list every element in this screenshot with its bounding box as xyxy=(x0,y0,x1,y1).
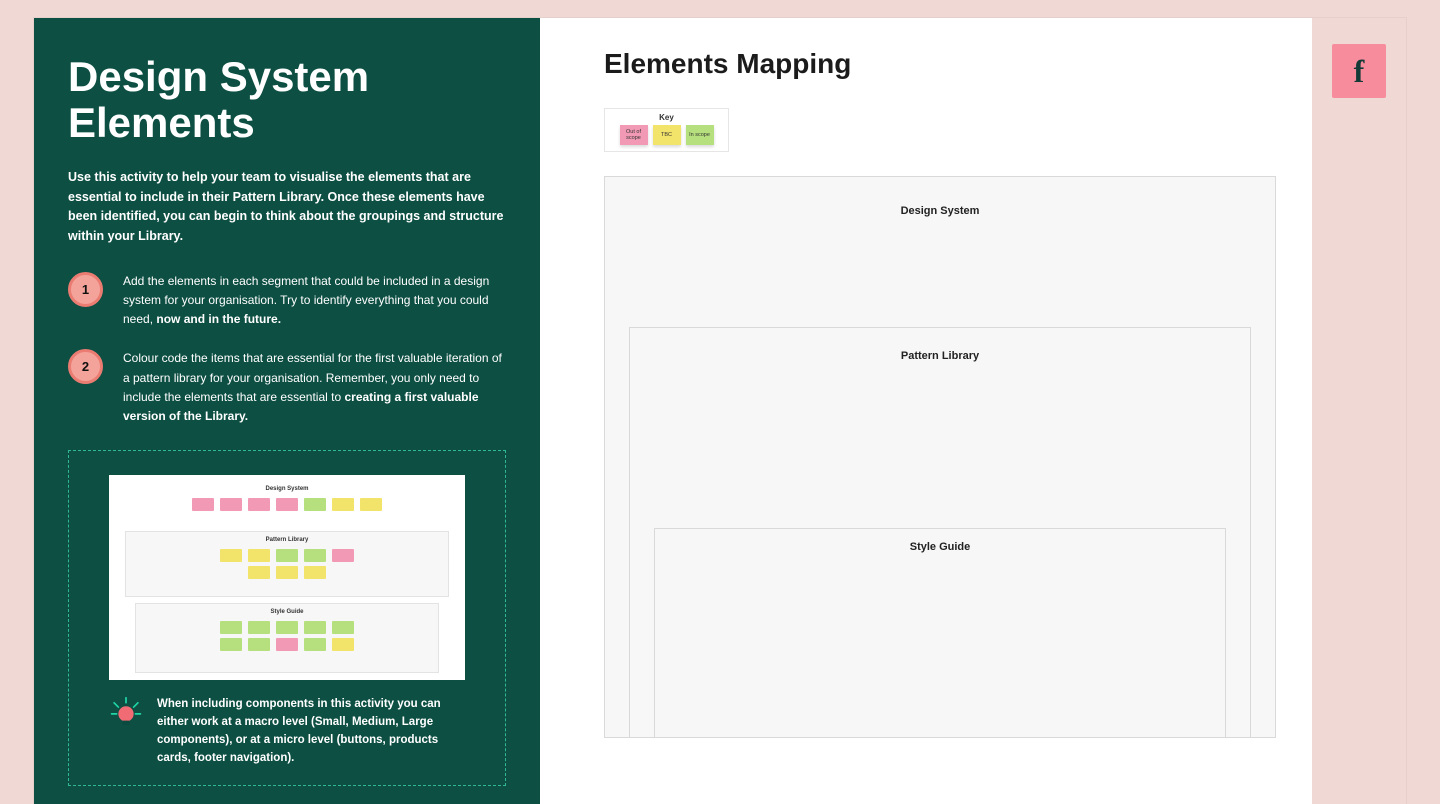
legend-tbc[interactable]: TBC xyxy=(653,125,681,145)
legend-out-of-scope[interactable]: Out of scope xyxy=(620,125,648,145)
layer-label-design-system: Design System xyxy=(605,177,1275,217)
mini-note xyxy=(304,621,326,634)
step-emphasis: now and in the future. xyxy=(156,312,281,326)
illus-layer-1: Design System xyxy=(125,481,449,525)
page-title: Design System Elements xyxy=(68,54,506,146)
tip: When including components in this activi… xyxy=(109,696,465,767)
main-canvas[interactable]: Elements Mapping Key Out of scope TBC In… xyxy=(540,18,1312,804)
illus-layer-3-label: Style Guide xyxy=(136,604,438,615)
legend[interactable]: Key Out of scope TBC In scope xyxy=(604,108,729,152)
mini-note xyxy=(276,566,298,579)
mini-note xyxy=(332,621,354,634)
mini-note xyxy=(248,566,270,579)
mini-note xyxy=(248,549,270,562)
step-item: 2 Colour code the items that are essenti… xyxy=(68,349,506,426)
note-row xyxy=(136,638,438,651)
legend-row: Out of scope TBC In scope xyxy=(611,125,722,145)
step-number-badge: 2 xyxy=(68,349,103,384)
mini-note xyxy=(304,498,326,511)
step-number-badge: 1 xyxy=(68,272,103,307)
mini-note xyxy=(248,638,270,651)
mini-note xyxy=(276,638,298,651)
board: Design System Elements Use this activity… xyxy=(34,18,1406,804)
canvas[interactable]: Design System Elements Use this activity… xyxy=(0,0,1440,804)
mini-note xyxy=(192,498,214,511)
mini-note xyxy=(304,566,326,579)
right-rail: f xyxy=(1312,18,1406,804)
intro-text: Use this activity to help your team to v… xyxy=(68,168,506,246)
sidebar: Design System Elements Use this activity… xyxy=(34,18,540,804)
mini-note xyxy=(248,498,270,511)
mapping-layer-design-system[interactable]: Design System Pattern Library Style Guid… xyxy=(604,176,1276,738)
lightbulb-icon xyxy=(109,696,143,735)
mini-note xyxy=(360,498,382,511)
legend-in-scope[interactable]: In scope xyxy=(686,125,714,145)
mini-note xyxy=(304,638,326,651)
steps-list: 1 Add the elements in each segment that … xyxy=(68,272,506,426)
tip-text: When including components in this activi… xyxy=(157,696,465,767)
mini-note xyxy=(276,549,298,562)
note-row xyxy=(125,498,449,511)
mini-note xyxy=(276,498,298,511)
illus-layer-3: Style Guide xyxy=(135,603,439,673)
mini-note xyxy=(220,498,242,511)
step-text: Colour code the items that are essential… xyxy=(123,349,506,426)
mini-note xyxy=(304,549,326,562)
mini-note xyxy=(332,549,354,562)
mapping-layer-pattern-library[interactable]: Pattern Library Style Guide xyxy=(629,327,1251,737)
mini-note xyxy=(220,621,242,634)
illus-layer-2: Pattern Library xyxy=(125,531,449,597)
main-title: Elements Mapping xyxy=(604,48,1276,80)
example-frame: Design System Pattern Library xyxy=(68,450,506,786)
step-item: 1 Add the elements in each segment that … xyxy=(68,272,506,330)
note-row xyxy=(126,549,448,562)
mini-note xyxy=(248,621,270,634)
mini-note xyxy=(332,638,354,651)
brand-tile-button[interactable]: f xyxy=(1332,44,1386,98)
mapping-layer-style-guide[interactable]: Style Guide xyxy=(654,528,1226,737)
step-text: Add the elements in each segment that co… xyxy=(123,272,506,330)
illus-layer-1-label: Design System xyxy=(125,481,449,492)
mini-note xyxy=(276,621,298,634)
illus-layer-2-label: Pattern Library xyxy=(126,532,448,543)
legend-title: Key xyxy=(611,113,722,122)
layer-label-style-guide: Style Guide xyxy=(655,529,1225,553)
mini-note xyxy=(220,549,242,562)
mini-note xyxy=(332,498,354,511)
example-illustration: Design System Pattern Library xyxy=(109,475,465,680)
layer-label-pattern-library: Pattern Library xyxy=(630,328,1250,362)
mini-note xyxy=(220,638,242,651)
note-row xyxy=(136,621,438,634)
note-row xyxy=(126,566,448,579)
